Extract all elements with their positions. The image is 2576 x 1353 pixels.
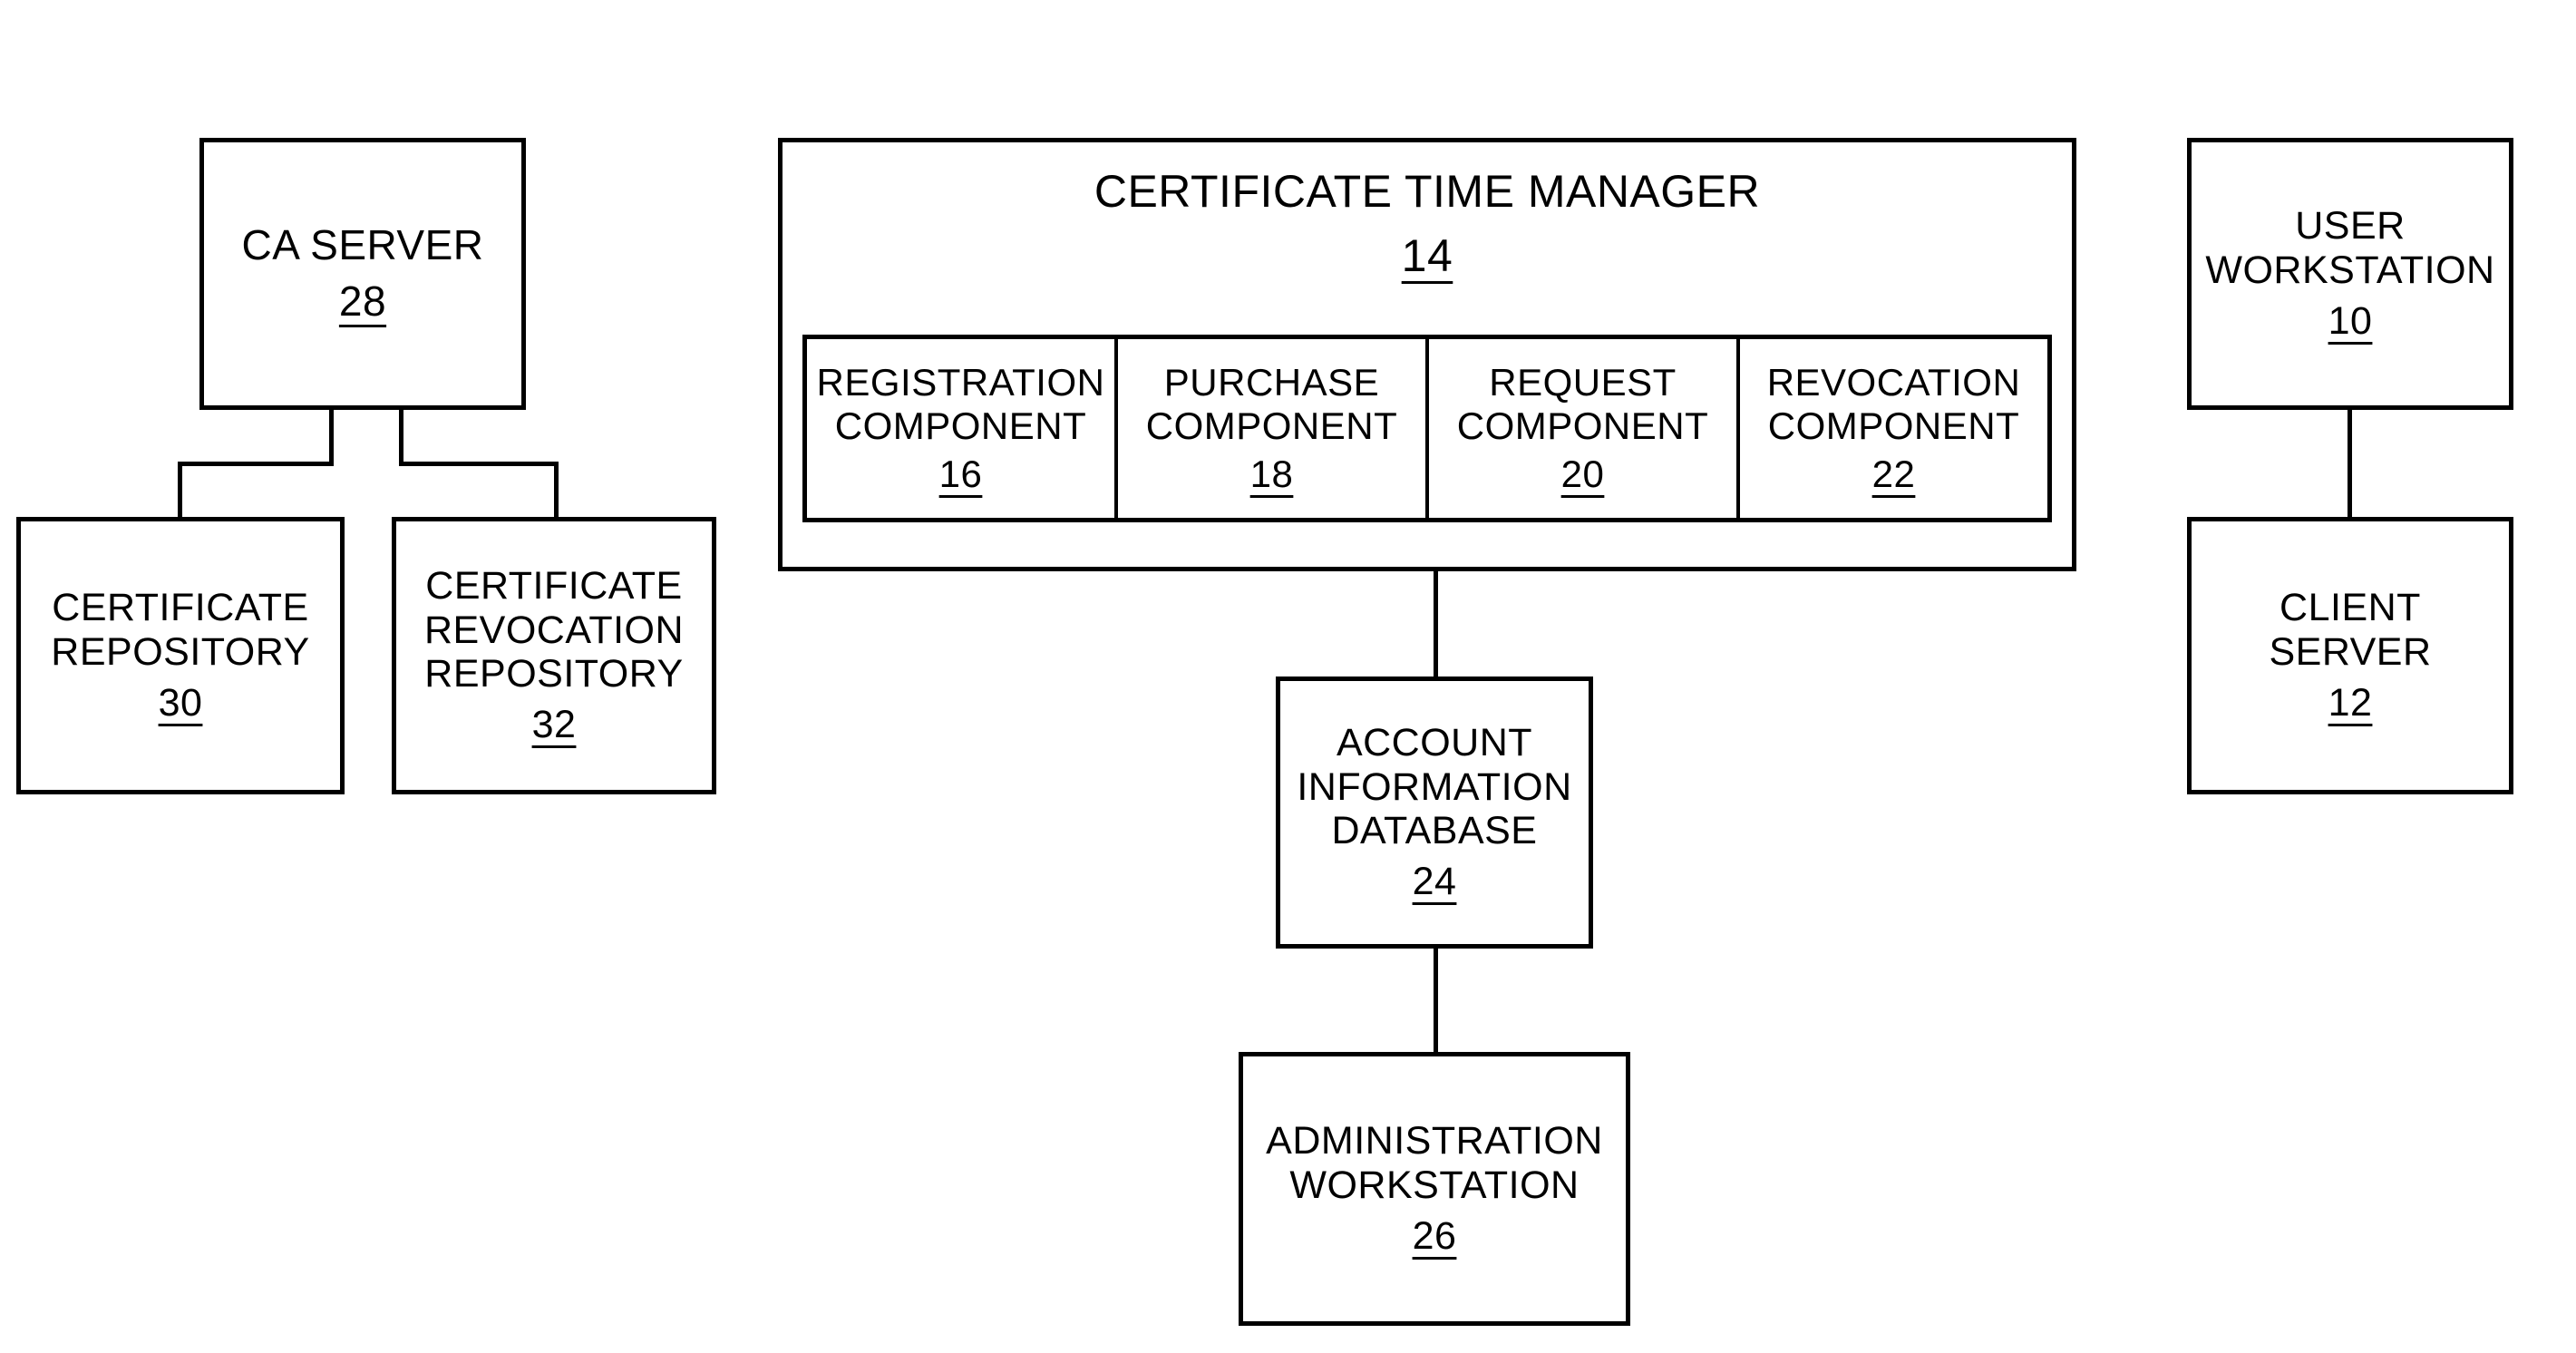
node-ref-number: 10 (2328, 298, 2373, 343)
connector-crl-repo-stem (554, 462, 559, 520)
node-ref-number: 28 (338, 277, 387, 325)
component-title: REGISTRATION COMPONENT (816, 360, 1105, 447)
node-certificate-revocation-repository: CERTIFICATE REVOCATION REPOSITORY 32 (392, 517, 716, 794)
component-title: PURCHASE COMPONENT (1145, 360, 1398, 447)
node-title: CERTIFICATE TIME MANAGER (1094, 166, 1761, 217)
component-ref-number: 20 (1560, 453, 1605, 496)
node-ca-server: CA SERVER 28 (199, 138, 526, 410)
component-request: REQUEST COMPONENT 20 (1429, 339, 1740, 518)
component-registration: REGISTRATION COMPONENT 16 (807, 339, 1118, 518)
connector-ca-to-crl-repo-span (399, 462, 559, 466)
patent-figure: CA SERVER 28 CERTIFICATE REPOSITORY 30 C… (0, 0, 2576, 1353)
node-user-workstation: USER WORKSTATION 10 (2187, 138, 2513, 410)
node-title: CERTIFICATE REPOSITORY (51, 586, 310, 674)
component-band: REGISTRATION COMPONENT 16 PURCHASE COMPO… (802, 335, 2052, 522)
node-title: ADMINISTRATION WORKSTATION (1266, 1119, 1603, 1207)
node-title: CLIENT SERVER (2269, 586, 2432, 674)
component-ref-number: 18 (1249, 453, 1294, 496)
ctm-heading: CERTIFICATE TIME MANAGER 14 (1094, 166, 1760, 282)
component-title: REVOCATION COMPONENT (1766, 360, 2021, 447)
node-title: CERTIFICATE REVOCATION REPOSITORY (423, 564, 685, 696)
component-ref-number: 16 (938, 453, 983, 496)
node-ref-number: 26 (1412, 1213, 1457, 1258)
node-title: CA SERVER (241, 221, 484, 269)
component-revocation: REVOCATION COMPONENT 22 (1740, 339, 2047, 518)
node-ref-number: 30 (158, 680, 203, 725)
component-ref-number: 22 (1871, 453, 1916, 496)
connector-user-workstation-to-client-server (2348, 408, 2352, 521)
connector-ctm-to-account-db (1434, 569, 1438, 680)
node-certificate-time-manager: CERTIFICATE TIME MANAGER 14 REGISTRATION… (778, 138, 2076, 571)
node-certificate-repository: CERTIFICATE REPOSITORY 30 (16, 517, 345, 794)
component-title: REQUEST COMPONENT (1456, 360, 1709, 447)
connector-ca-to-cert-repo-drop (329, 410, 334, 466)
node-ref-number: 14 (1401, 230, 1453, 281)
node-administration-workstation: ADMINISTRATION WORKSTATION 26 (1239, 1052, 1630, 1326)
connector-ca-to-cert-repo-span (178, 462, 334, 466)
connector-cert-repo-stem (178, 462, 182, 520)
node-ref-number: 32 (531, 702, 577, 746)
node-account-information-database: ACCOUNT INFORMATION DATABASE 24 (1276, 676, 1593, 949)
node-ref-number: 24 (1412, 859, 1457, 903)
node-ref-number: 12 (2328, 680, 2373, 725)
connector-account-db-to-admin-workstation (1434, 947, 1438, 1054)
connector-ca-to-crl-repo-drop (399, 410, 403, 466)
node-client-server: CLIENT SERVER 12 (2187, 517, 2513, 794)
component-purchase: PURCHASE COMPONENT 18 (1118, 339, 1429, 518)
node-title: ACCOUNT INFORMATION DATABASE (1297, 721, 1572, 852)
node-title: USER WORKSTATION (2205, 204, 2495, 292)
